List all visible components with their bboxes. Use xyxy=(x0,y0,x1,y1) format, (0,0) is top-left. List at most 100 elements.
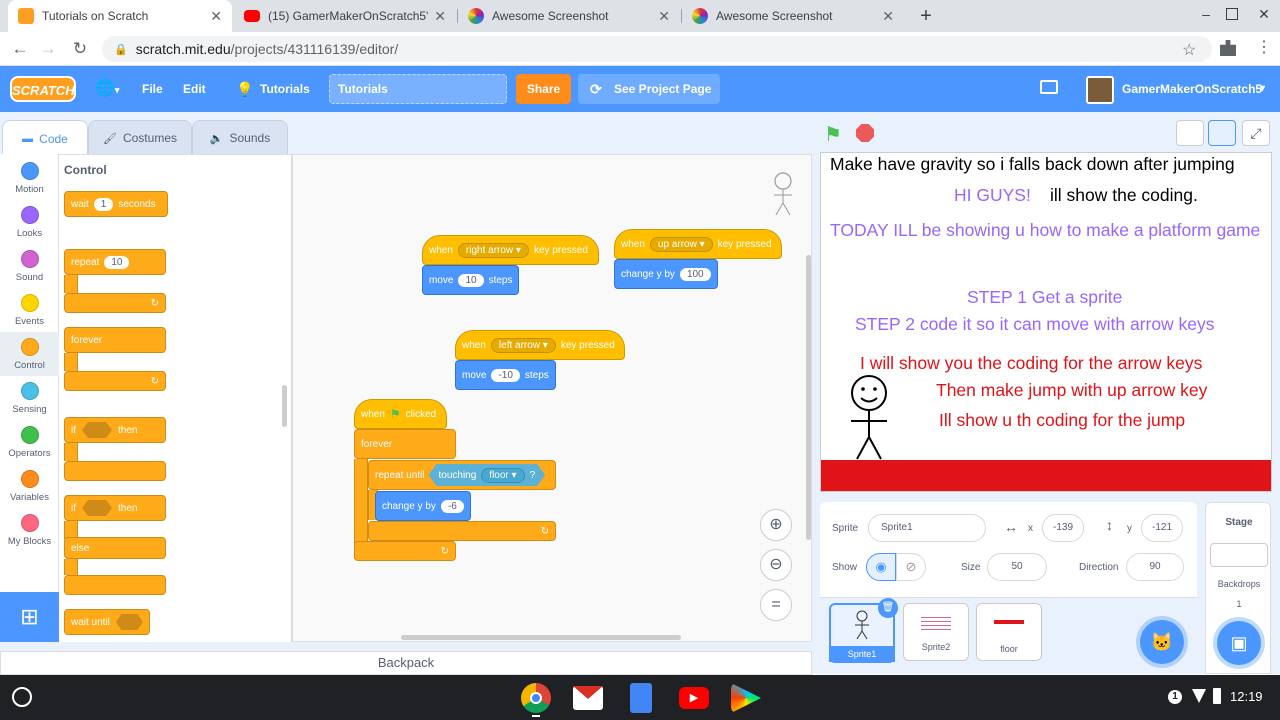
more-menu-icon[interactable]: ⋮ xyxy=(1256,38,1272,58)
file-menu[interactable]: File xyxy=(142,66,163,112)
tab-tutorials-on-scratch[interactable]: Tutorials on Scratch ✕ xyxy=(8,0,232,32)
palette-wait-until-block[interactable]: wait until xyxy=(64,609,150,635)
repeat-until-block[interactable]: repeat until touching floor ▾ ? xyxy=(368,460,556,490)
change-y-gravity-block[interactable]: change y by -6 xyxy=(375,491,471,521)
chrome-icon[interactable] xyxy=(521,683,551,713)
scratch-logo[interactable]: SCRATCH xyxy=(10,76,76,102)
show-visible-eye-icon[interactable]: ◉ xyxy=(866,553,896,581)
boolean-slot[interactable] xyxy=(82,500,112,516)
new-tab-icon[interactable]: + xyxy=(914,4,938,28)
vertical-scrollbar[interactable] xyxy=(806,255,811,540)
language-globe-icon[interactable]: 🌐▾ xyxy=(95,66,119,112)
forever-block[interactable]: forever xyxy=(354,429,456,459)
category-my-blocks[interactable]: My Blocks xyxy=(0,508,59,552)
stage-canvas[interactable]: Make have gravity so i falls back down a… xyxy=(820,152,1272,492)
close-tab-icon[interactable]: ✕ xyxy=(658,8,670,25)
wifi-icon[interactable] xyxy=(1192,689,1206,703)
forward-icon[interactable]: → xyxy=(36,38,60,60)
sprite-name-input[interactable]: Sprite1 xyxy=(868,514,986,542)
floor-sprite[interactable] xyxy=(821,460,1271,491)
move-right-block[interactable]: move 10 steps xyxy=(422,265,519,295)
tab-awesome-screenshot-1[interactable]: Awesome Screenshot ✕ xyxy=(458,0,680,32)
palette-if-then-block[interactable]: if then xyxy=(64,417,166,443)
small-stage-button[interactable] xyxy=(1176,120,1204,146)
category-motion[interactable]: Motion xyxy=(0,156,59,200)
url-field[interactable]: 🔒 scratch.mit.edu/projects/431116139/edi… xyxy=(102,36,1212,62)
block-input[interactable]: 10 xyxy=(104,255,130,269)
category-looks[interactable]: Looks xyxy=(0,200,59,244)
youtube-icon[interactable]: ▶ xyxy=(679,687,709,709)
fullscreen-icon[interactable]: ⤢ xyxy=(1242,120,1270,146)
tab-awesome-screenshot-2[interactable]: Awesome Screenshot ✕ xyxy=(682,0,904,32)
zoom-in-button[interactable]: ⊕ xyxy=(760,509,792,541)
touching-dropdown[interactable]: floor ▾ xyxy=(481,468,524,483)
my-stuff-folder-icon[interactable] xyxy=(1040,80,1058,94)
tab-costumes[interactable]: 🖌 Costumes xyxy=(88,120,192,156)
zoom-reset-button[interactable]: = xyxy=(760,589,792,621)
category-sensing[interactable]: Sensing xyxy=(0,376,59,420)
boolean-slot[interactable] xyxy=(115,614,143,630)
palette-repeat-block[interactable]: repeat 10 xyxy=(64,249,166,275)
normal-stage-button[interactable] xyxy=(1208,120,1236,146)
palette-scrollbar[interactable] xyxy=(282,385,287,427)
stage-selector[interactable]: Stage Backdrops 1 ▣ xyxy=(1205,502,1271,674)
stop-button[interactable] xyxy=(856,124,874,142)
edit-menu[interactable]: Edit xyxy=(183,66,206,112)
username[interactable]: GamerMakerOnScratch5 xyxy=(1122,66,1262,112)
add-extension-button[interactable]: ⊞ xyxy=(0,592,59,642)
when-flag-clicked-hat[interactable]: when ⚑ clicked xyxy=(354,399,447,429)
show-hidden-eye-icon[interactable]: ⊘ xyxy=(896,553,926,581)
gmail-icon[interactable] xyxy=(573,686,603,710)
size-input[interactable]: 50 xyxy=(987,553,1047,581)
when-right-arrow-hat[interactable]: when right arrow ▾ key pressed xyxy=(422,235,599,265)
horizontal-scrollbar[interactable] xyxy=(401,635,681,640)
tab-youtube[interactable]: (15) GamerMakerOnScratch5's Y ✕ xyxy=(234,0,456,32)
tab-code[interactable]: ▬ Code xyxy=(2,120,88,156)
palette-wait-block[interactable]: wait 1 seconds xyxy=(64,191,168,217)
share-button[interactable]: Share xyxy=(516,74,571,104)
direction-input[interactable]: 90 xyxy=(1126,553,1184,581)
close-tab-icon[interactable]: ✕ xyxy=(210,8,222,25)
category-operators[interactable]: Operators xyxy=(0,420,59,464)
bookmark-star-icon[interactable]: ☆ xyxy=(1182,40,1196,60)
clock-time[interactable]: 12:19 xyxy=(1230,689,1263,704)
when-up-arrow-hat[interactable]: when up arrow ▾ key pressed xyxy=(614,229,782,259)
x-input[interactable]: -139 xyxy=(1042,514,1084,542)
block-input[interactable]: 10 xyxy=(458,273,484,287)
battery-icon[interactable] xyxy=(1213,688,1221,704)
tutorials-menu[interactable]: Tutorials xyxy=(260,66,310,112)
project-title-input[interactable]: Tutorials xyxy=(329,74,507,104)
zoom-out-button[interactable]: ⊖ xyxy=(760,549,792,581)
block-input[interactable]: 1 xyxy=(93,197,114,211)
move-left-block[interactable]: move -10 steps xyxy=(455,360,556,390)
key-dropdown[interactable]: up arrow ▾ xyxy=(649,236,713,252)
palette-if-else-block[interactable]: if then xyxy=(64,495,166,521)
docs-icon[interactable] xyxy=(630,683,652,713)
boolean-slot[interactable] xyxy=(82,422,112,438)
notification-badge[interactable]: 1 xyxy=(1168,690,1182,704)
delete-sprite-trash-icon[interactable]: 🗑 xyxy=(878,598,898,618)
play-store-icon[interactable] xyxy=(731,683,761,713)
add-sprite-cat-icon[interactable]: 🐱 xyxy=(1140,620,1184,664)
block-input[interactable]: -10 xyxy=(491,368,520,382)
block-input[interactable]: -6 xyxy=(440,499,464,513)
block-input[interactable]: 100 xyxy=(679,267,711,281)
category-control[interactable]: Control xyxy=(0,332,59,376)
avatar[interactable] xyxy=(1086,76,1114,104)
close-window-icon[interactable]: ✕ xyxy=(1254,6,1274,26)
extensions-puzzle-icon[interactable] xyxy=(1220,40,1236,56)
maximize-icon[interactable] xyxy=(1226,8,1238,20)
category-events[interactable]: Events xyxy=(0,288,59,332)
change-y-up-block[interactable]: change y by 100 xyxy=(614,259,718,289)
close-tab-icon[interactable]: ✕ xyxy=(882,8,894,25)
category-sound[interactable]: Sound xyxy=(0,244,59,288)
green-flag-button[interactable]: ⚑ xyxy=(824,122,842,147)
minimize-icon[interactable]: – xyxy=(1196,6,1216,26)
close-tab-icon[interactable]: ✕ xyxy=(434,8,446,25)
see-project-page-button[interactable]: ⟳ See Project Page xyxy=(578,74,720,104)
key-dropdown[interactable]: right arrow ▾ xyxy=(457,242,529,258)
tab-sounds[interactable]: 🔈 Sounds xyxy=(192,120,288,156)
sprite-tile-sprite2[interactable]: Sprite2 xyxy=(903,603,969,661)
add-backdrop-icon[interactable]: ▣ xyxy=(1217,621,1261,665)
stick-figure-sprite[interactable] xyxy=(843,373,895,463)
